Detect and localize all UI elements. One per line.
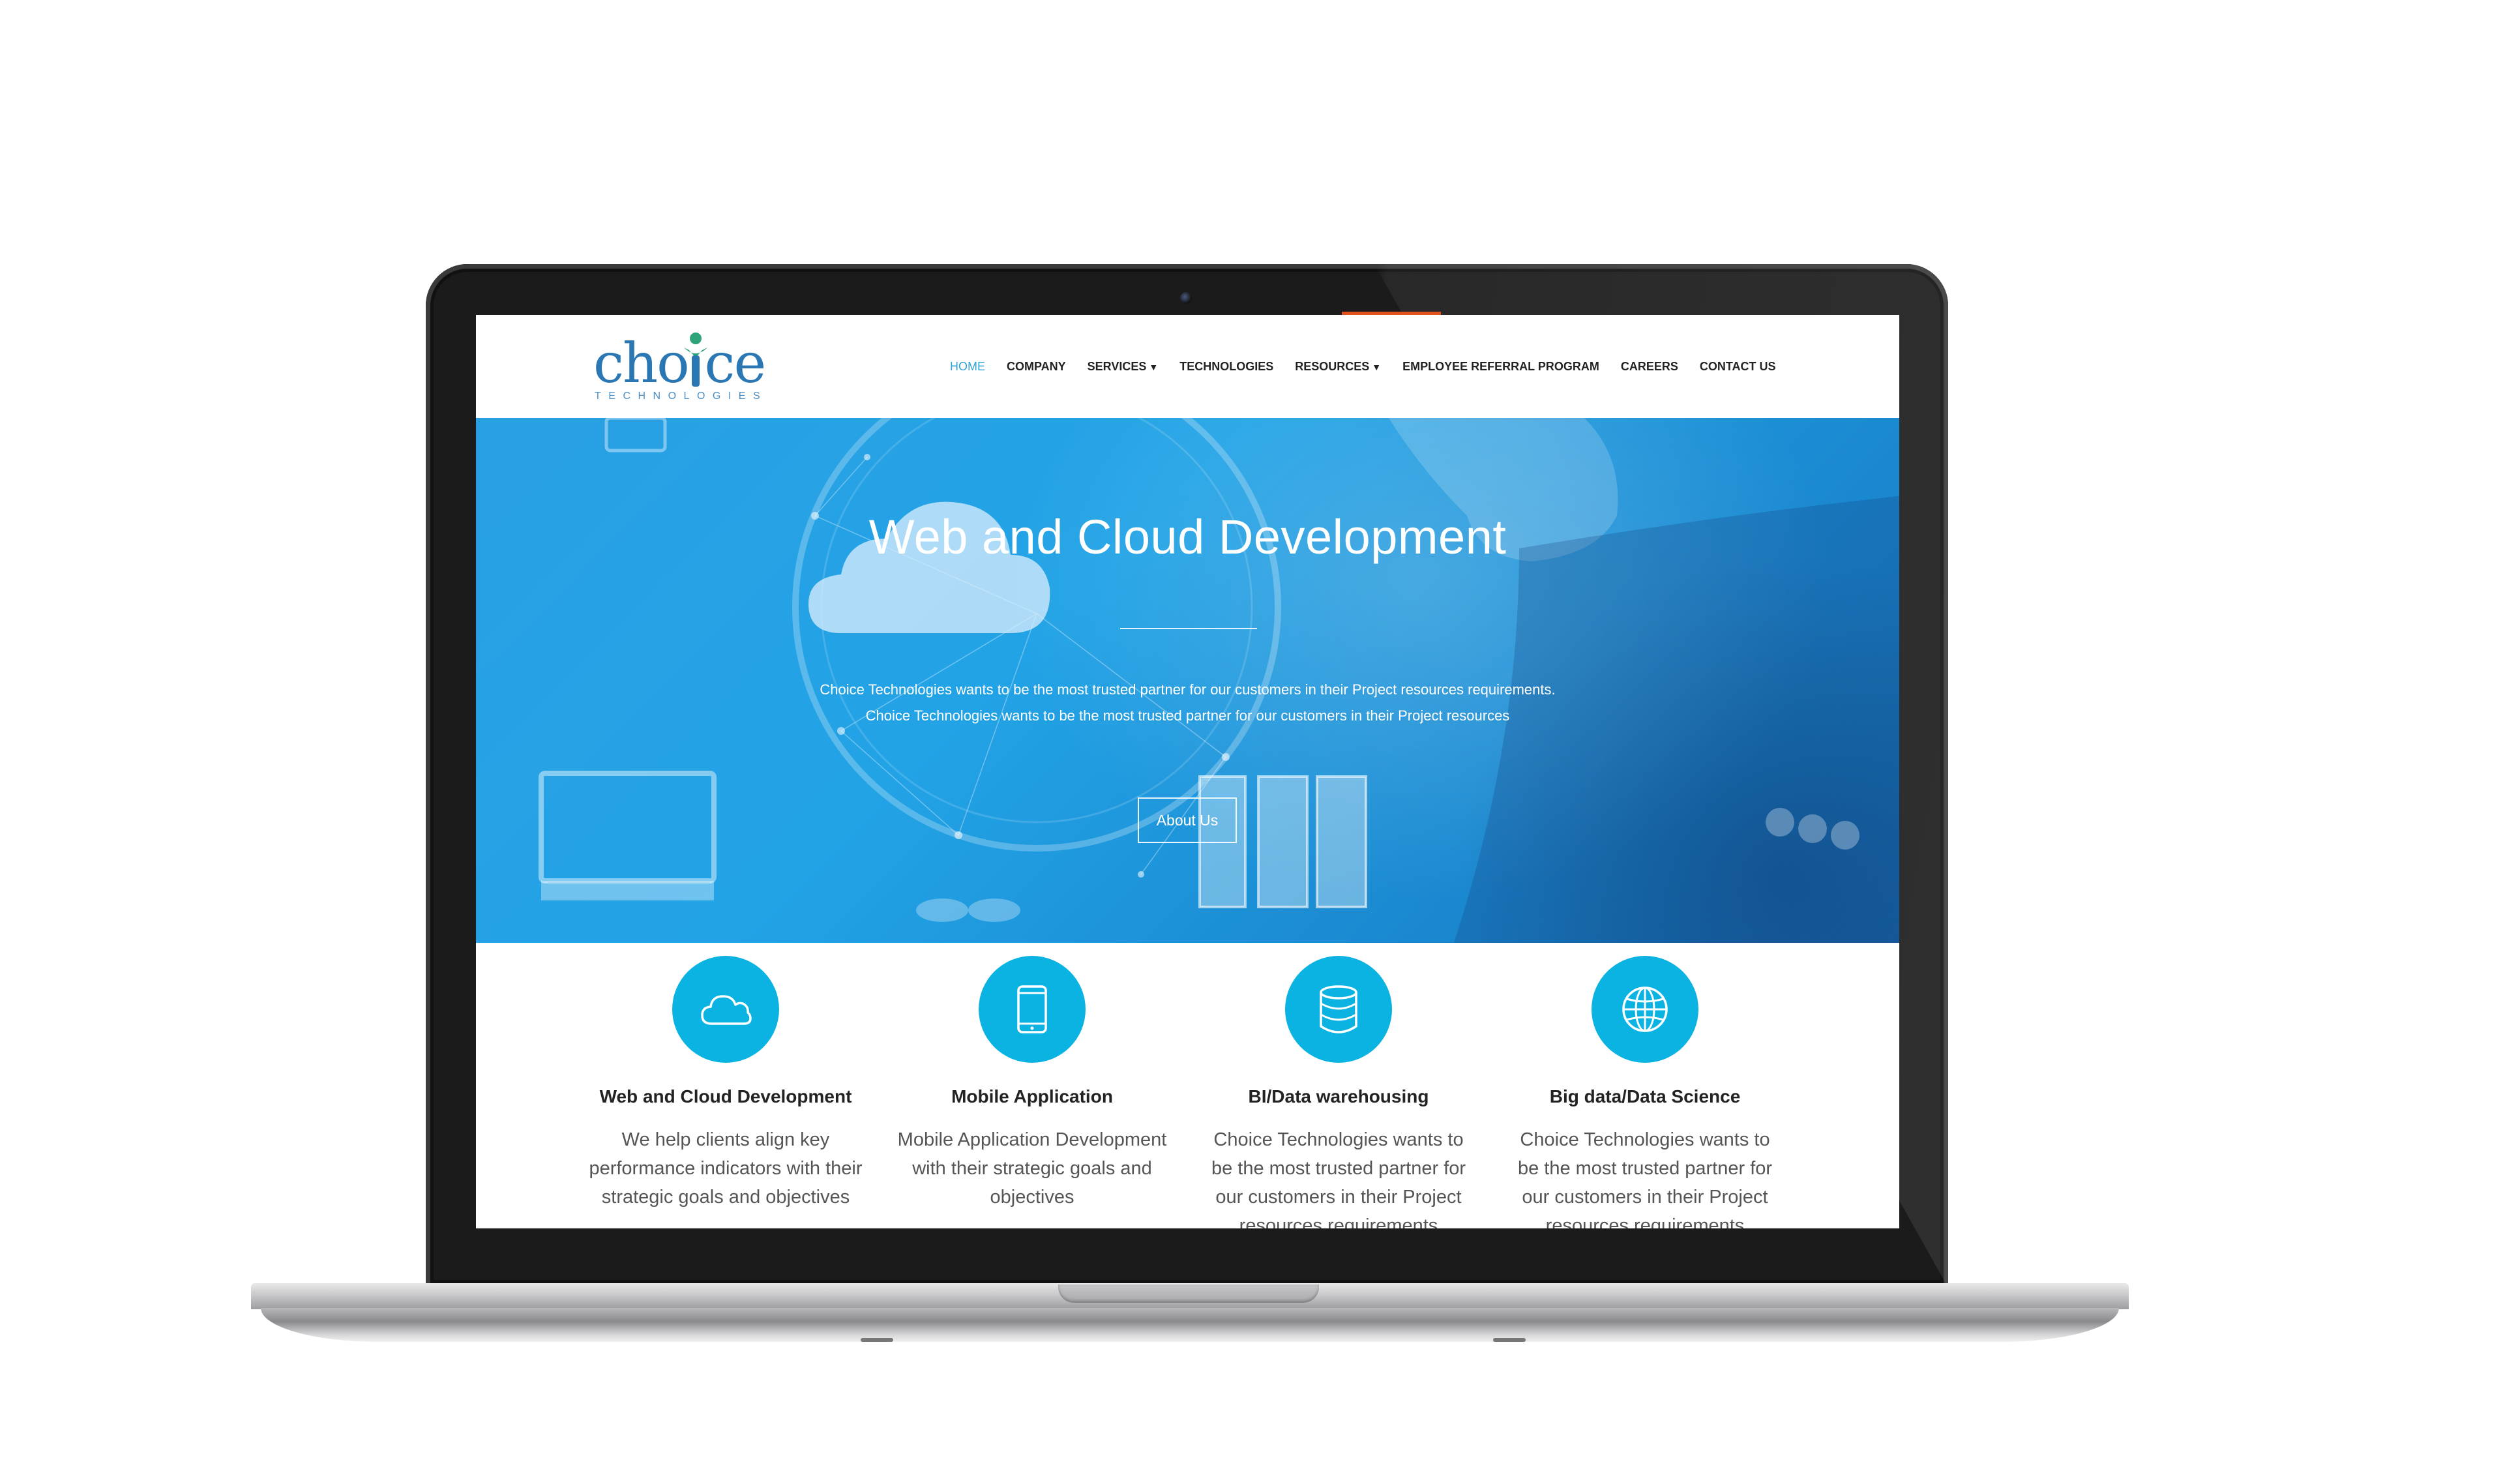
hero-banner: Web and Cloud Development Choice Technol…	[476, 418, 1899, 943]
hero-divider	[1120, 628, 1257, 629]
nav-resources[interactable]: RESOURCES ▼	[1295, 360, 1381, 374]
service-description: Choice Technologies wants to be the most…	[1517, 1129, 1773, 1228]
logo-figure-icon	[684, 333, 707, 387]
laptop-foot	[861, 1338, 893, 1342]
about-us-button[interactable]: About Us	[1138, 797, 1237, 843]
nav-careers[interactable]: CAREERS	[1621, 360, 1678, 374]
nav-resources-label: RESOURCES	[1295, 359, 1370, 373]
database-icon	[1320, 985, 1357, 1033]
nav-technologies[interactable]: TECHNOLOGIES	[1179, 360, 1273, 374]
service-icon-circle	[672, 956, 779, 1063]
logo-subtitle: TECHNOLOGIES	[595, 391, 768, 402]
laptop-foot	[1493, 1338, 1526, 1342]
service-description: We help clients align key performance in…	[589, 1129, 863, 1208]
service-icon-circle	[1592, 956, 1698, 1063]
laptop-base-bottom	[261, 1308, 2119, 1342]
cloud-icon	[701, 995, 752, 1025]
chevron-down-icon: ▼	[1149, 361, 1159, 372]
laptop-lid-notch	[1058, 1284, 1319, 1303]
service-title: Mobile Application	[951, 1086, 1113, 1106]
hero-tagline-1: Choice Technologies wants to be the most…	[820, 681, 1556, 698]
main-nav: HOME COMPANY SERVICES ▼ TECHNOLOGIES RESO…	[950, 315, 1798, 418]
service-card-mobile[interactable]: Mobile Application Mobile Application De…	[889, 943, 1176, 1211]
hero-background-graphic	[539, 418, 1899, 943]
nav-employee-referral[interactable]: EMPLOYEE REFERRAL PROGRAM	[1402, 360, 1599, 374]
service-description: Mobile Application Development with thei…	[897, 1129, 1167, 1208]
service-title: Web and Cloud Development	[599, 1086, 852, 1106]
service-icon-circle	[979, 956, 1086, 1063]
service-card-big-data[interactable]: Big data/Data Science Choice Technologie…	[1502, 943, 1788, 1228]
logo-wordmark: cho ce	[593, 331, 766, 395]
webcam-icon	[1180, 292, 1192, 304]
service-title: Big data/Data Science	[1549, 1086, 1741, 1106]
service-icon-circle	[1285, 956, 1392, 1063]
service-title: BI/Data warehousing	[1248, 1086, 1429, 1106]
nav-services[interactable]: SERVICES ▼	[1088, 360, 1159, 374]
globe-icon	[1622, 987, 1668, 1032]
chevron-down-icon: ▼	[1372, 361, 1382, 372]
service-card-web-cloud[interactable]: Web and Cloud Development We help client…	[582, 943, 869, 1211]
mobile-icon	[1017, 985, 1047, 1033]
laptop-screen: cho ce TECHNOLOGIES HOME COMPANY SERVICE…	[476, 315, 1899, 1228]
hero-title: Web and Cloud Development	[868, 510, 1507, 564]
hero-tagline-2: Choice Technologies wants to be the most…	[865, 707, 1510, 724]
nav-contact-us[interactable]: CONTACT US	[1700, 360, 1776, 374]
service-description: Choice Technologies wants to be the most…	[1211, 1129, 1466, 1228]
site-header: cho ce TECHNOLOGIES HOME COMPANY SERVICE…	[476, 315, 1899, 418]
logo[interactable]: cho ce TECHNOLOGIES	[593, 331, 769, 402]
services-section: Web and Cloud Development We help client…	[476, 943, 1899, 1228]
nav-company[interactable]: COMPANY	[1007, 360, 1066, 374]
nav-services-label: SERVICES	[1087, 359, 1147, 373]
service-card-bi[interactable]: BI/Data warehousing Choice Technologies …	[1195, 943, 1482, 1228]
nav-home[interactable]: HOME	[950, 360, 985, 374]
